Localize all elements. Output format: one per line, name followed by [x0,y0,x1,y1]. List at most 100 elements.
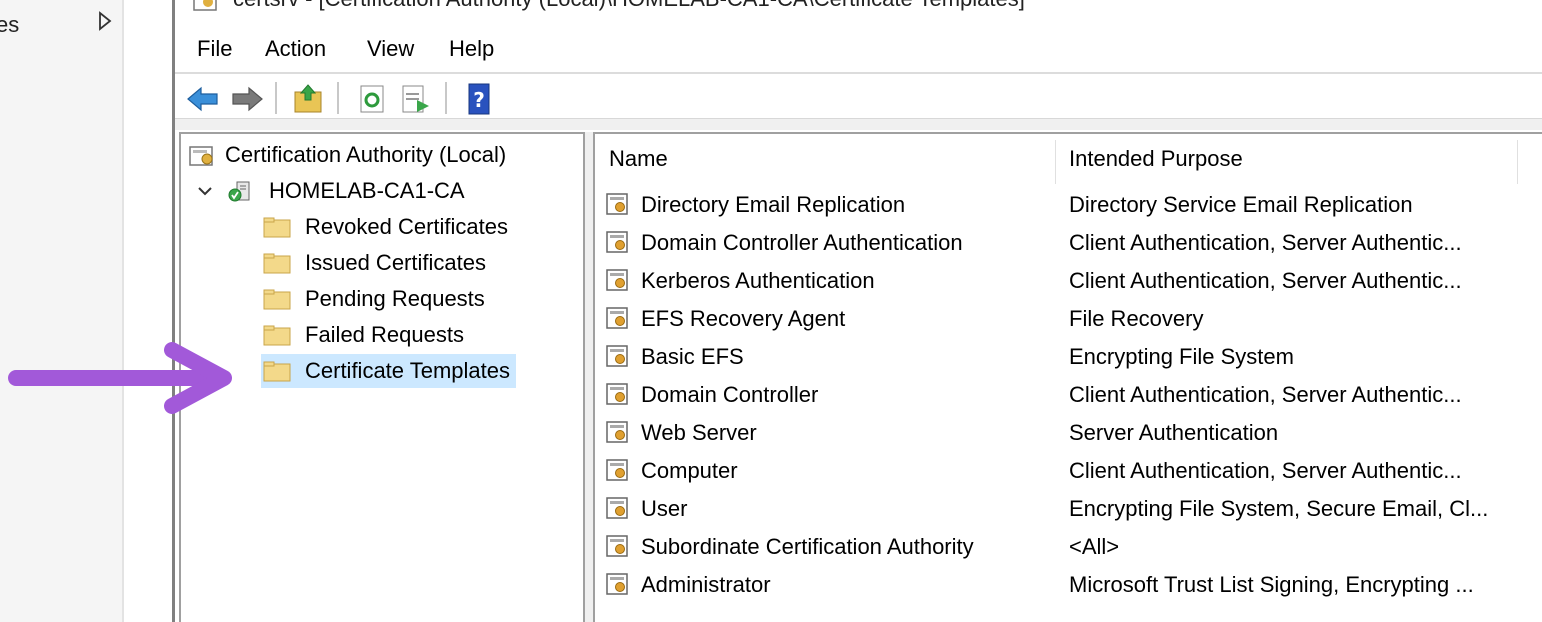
folder-icon [263,289,291,310]
list-header: Name Intended Purpose [595,134,1542,186]
table-row[interactable]: User Encrypting File System, Secure Emai… [595,492,1542,530]
forward-icon[interactable] [229,82,265,116]
table-row[interactable]: Kerberos Authentication Client Authentic… [595,264,1542,302]
certificate-template-icon [606,231,628,253]
certificate-template-icon [606,345,628,367]
template-name: EFS Recovery Agent [641,306,846,331]
template-name: Directory Email Replication [641,192,906,217]
table-row[interactable]: Subordinate Certification Authority <All… [595,530,1542,568]
column-header-name[interactable]: Name [609,146,668,172]
table-row[interactable]: Directory Email Replication Directory Se… [595,188,1542,226]
results-list: Name Intended Purpose Directory Email Re… [593,132,1542,622]
background-window-strip: es [0,0,124,622]
template-purpose: Server Authentication [1069,420,1279,445]
up-folder-icon[interactable] [291,82,327,116]
tree-folder-label: Failed Requests [305,322,464,347]
folder-icon [263,325,291,346]
menu-bar: File Action View Help [175,32,1542,70]
certificate-template-icon [606,383,628,405]
table-row[interactable]: Basic EFS Encrypting File System [595,340,1542,378]
tree-ca-label: HOMELAB-CA1-CA [269,178,465,203]
tree-folder-label: Revoked Certificates [305,214,508,239]
toolbar: ? [175,76,1542,120]
toolbar-separator-bar [175,118,1542,130]
tree-folder-pending[interactable]: Pending Requests [263,282,491,316]
template-purpose: <All> [1069,534,1120,559]
certificate-template-icon [606,269,628,291]
pane-splitter[interactable] [585,132,593,622]
table-row[interactable]: Domain Controller Authentication Client … [595,226,1542,264]
template-purpose: Encrypting File System, Secure Email, Cl… [1069,496,1489,521]
title-bar: certsrv - [Certification Authority (Loca… [175,0,1542,16]
template-name: Basic EFS [641,344,744,369]
template-purpose: Client Authentication, Server Authentic.… [1069,230,1462,255]
tree-folder-label: Issued Certificates [305,250,486,275]
tree-folder-label: Pending Requests [305,286,485,311]
template-purpose: Directory Service Email Replication [1069,192,1413,217]
template-purpose: File Recovery [1069,306,1204,331]
certsrv-app-icon [193,0,217,11]
template-name: Subordinate Certification Authority [641,534,974,559]
back-icon[interactable] [185,82,221,116]
toolbar-separator [275,82,277,114]
background-window-text: es [0,12,20,37]
export-list-icon[interactable] [397,82,433,116]
column-divider[interactable] [1055,140,1056,184]
toolbar-separator [337,82,339,114]
certificate-template-icon [606,535,628,557]
tree-folder-label: Certificate Templates [299,356,517,386]
table-row[interactable]: Computer Client Authentication, Server A… [595,454,1542,492]
folder-icon [263,217,291,238]
template-name: Web Server [641,420,757,445]
template-name: Administrator [641,572,771,597]
tree-root-node[interactable]: Certification Authority (Local) [189,138,512,172]
column-header-intended-purpose[interactable]: Intended Purpose [1069,146,1243,172]
ca-server-icon [228,181,250,202]
help-icon[interactable]: ? [461,82,497,116]
table-row[interactable]: Web Server Server Authentication [595,416,1542,454]
table-row[interactable]: Domain Controller Client Authentication,… [595,378,1542,416]
certificate-template-icon [606,307,628,329]
table-row[interactable]: Administrator Microsoft Trust List Signi… [595,568,1542,606]
template-purpose: Client Authentication, Server Authentic.… [1069,458,1462,483]
tree-folder-failed[interactable]: Failed Requests [263,318,470,352]
svg-text:?: ? [473,88,485,112]
tree-folder-revoked[interactable]: Revoked Certificates [263,210,514,244]
template-name: Domain Controller [641,382,819,407]
folder-icon [263,253,291,274]
menu-file[interactable]: File [195,36,234,62]
template-purpose: Client Authentication, Server Authentic.… [1069,382,1462,407]
certificate-template-icon [606,573,628,595]
expand-arrow-icon[interactable] [98,10,112,32]
template-name: Domain Controller Authentication [641,230,963,255]
certsrv-window: certsrv - [Certification Authority (Loca… [172,0,1542,622]
tree-folder-certificate-templates[interactable]: Certificate Templates [261,354,517,388]
certificate-template-icon [606,193,628,215]
column-divider[interactable] [1517,140,1518,184]
template-purpose: Client Authentication, Server Authentic.… [1069,268,1462,293]
menu-view[interactable]: View [365,36,416,62]
template-name: User [641,496,688,521]
menu-help[interactable]: Help [447,36,496,62]
annotation-arrow-icon [8,342,232,414]
chevron-down-icon[interactable] [195,181,215,201]
template-purpose: Encrypting File System [1069,344,1294,369]
tree-root-label: Certification Authority (Local) [225,142,507,167]
certificate-template-icon [606,459,628,481]
table-row[interactable]: EFS Recovery Agent File Recovery [595,302,1542,340]
toolbar-separator [445,82,447,114]
menu-separator [175,72,1542,74]
refresh-icon[interactable] [355,82,391,116]
template-name: Computer [641,458,738,483]
tree-folder-issued[interactable]: Issued Certificates [263,246,492,280]
menu-action[interactable]: Action [263,36,328,62]
certificate-template-icon [606,497,628,519]
tree-ca-node[interactable]: HOMELAB-CA1-CA [195,174,471,208]
window-title: certsrv - [Certification Authority (Loca… [233,0,1025,12]
window-gap [126,0,172,622]
folder-icon [263,361,291,382]
ca-root-icon [189,146,213,166]
template-name: Kerberos Authentication [641,268,875,293]
certificate-template-icon [606,421,628,443]
template-purpose: Microsoft Trust List Signing, Encrypting… [1069,572,1474,597]
